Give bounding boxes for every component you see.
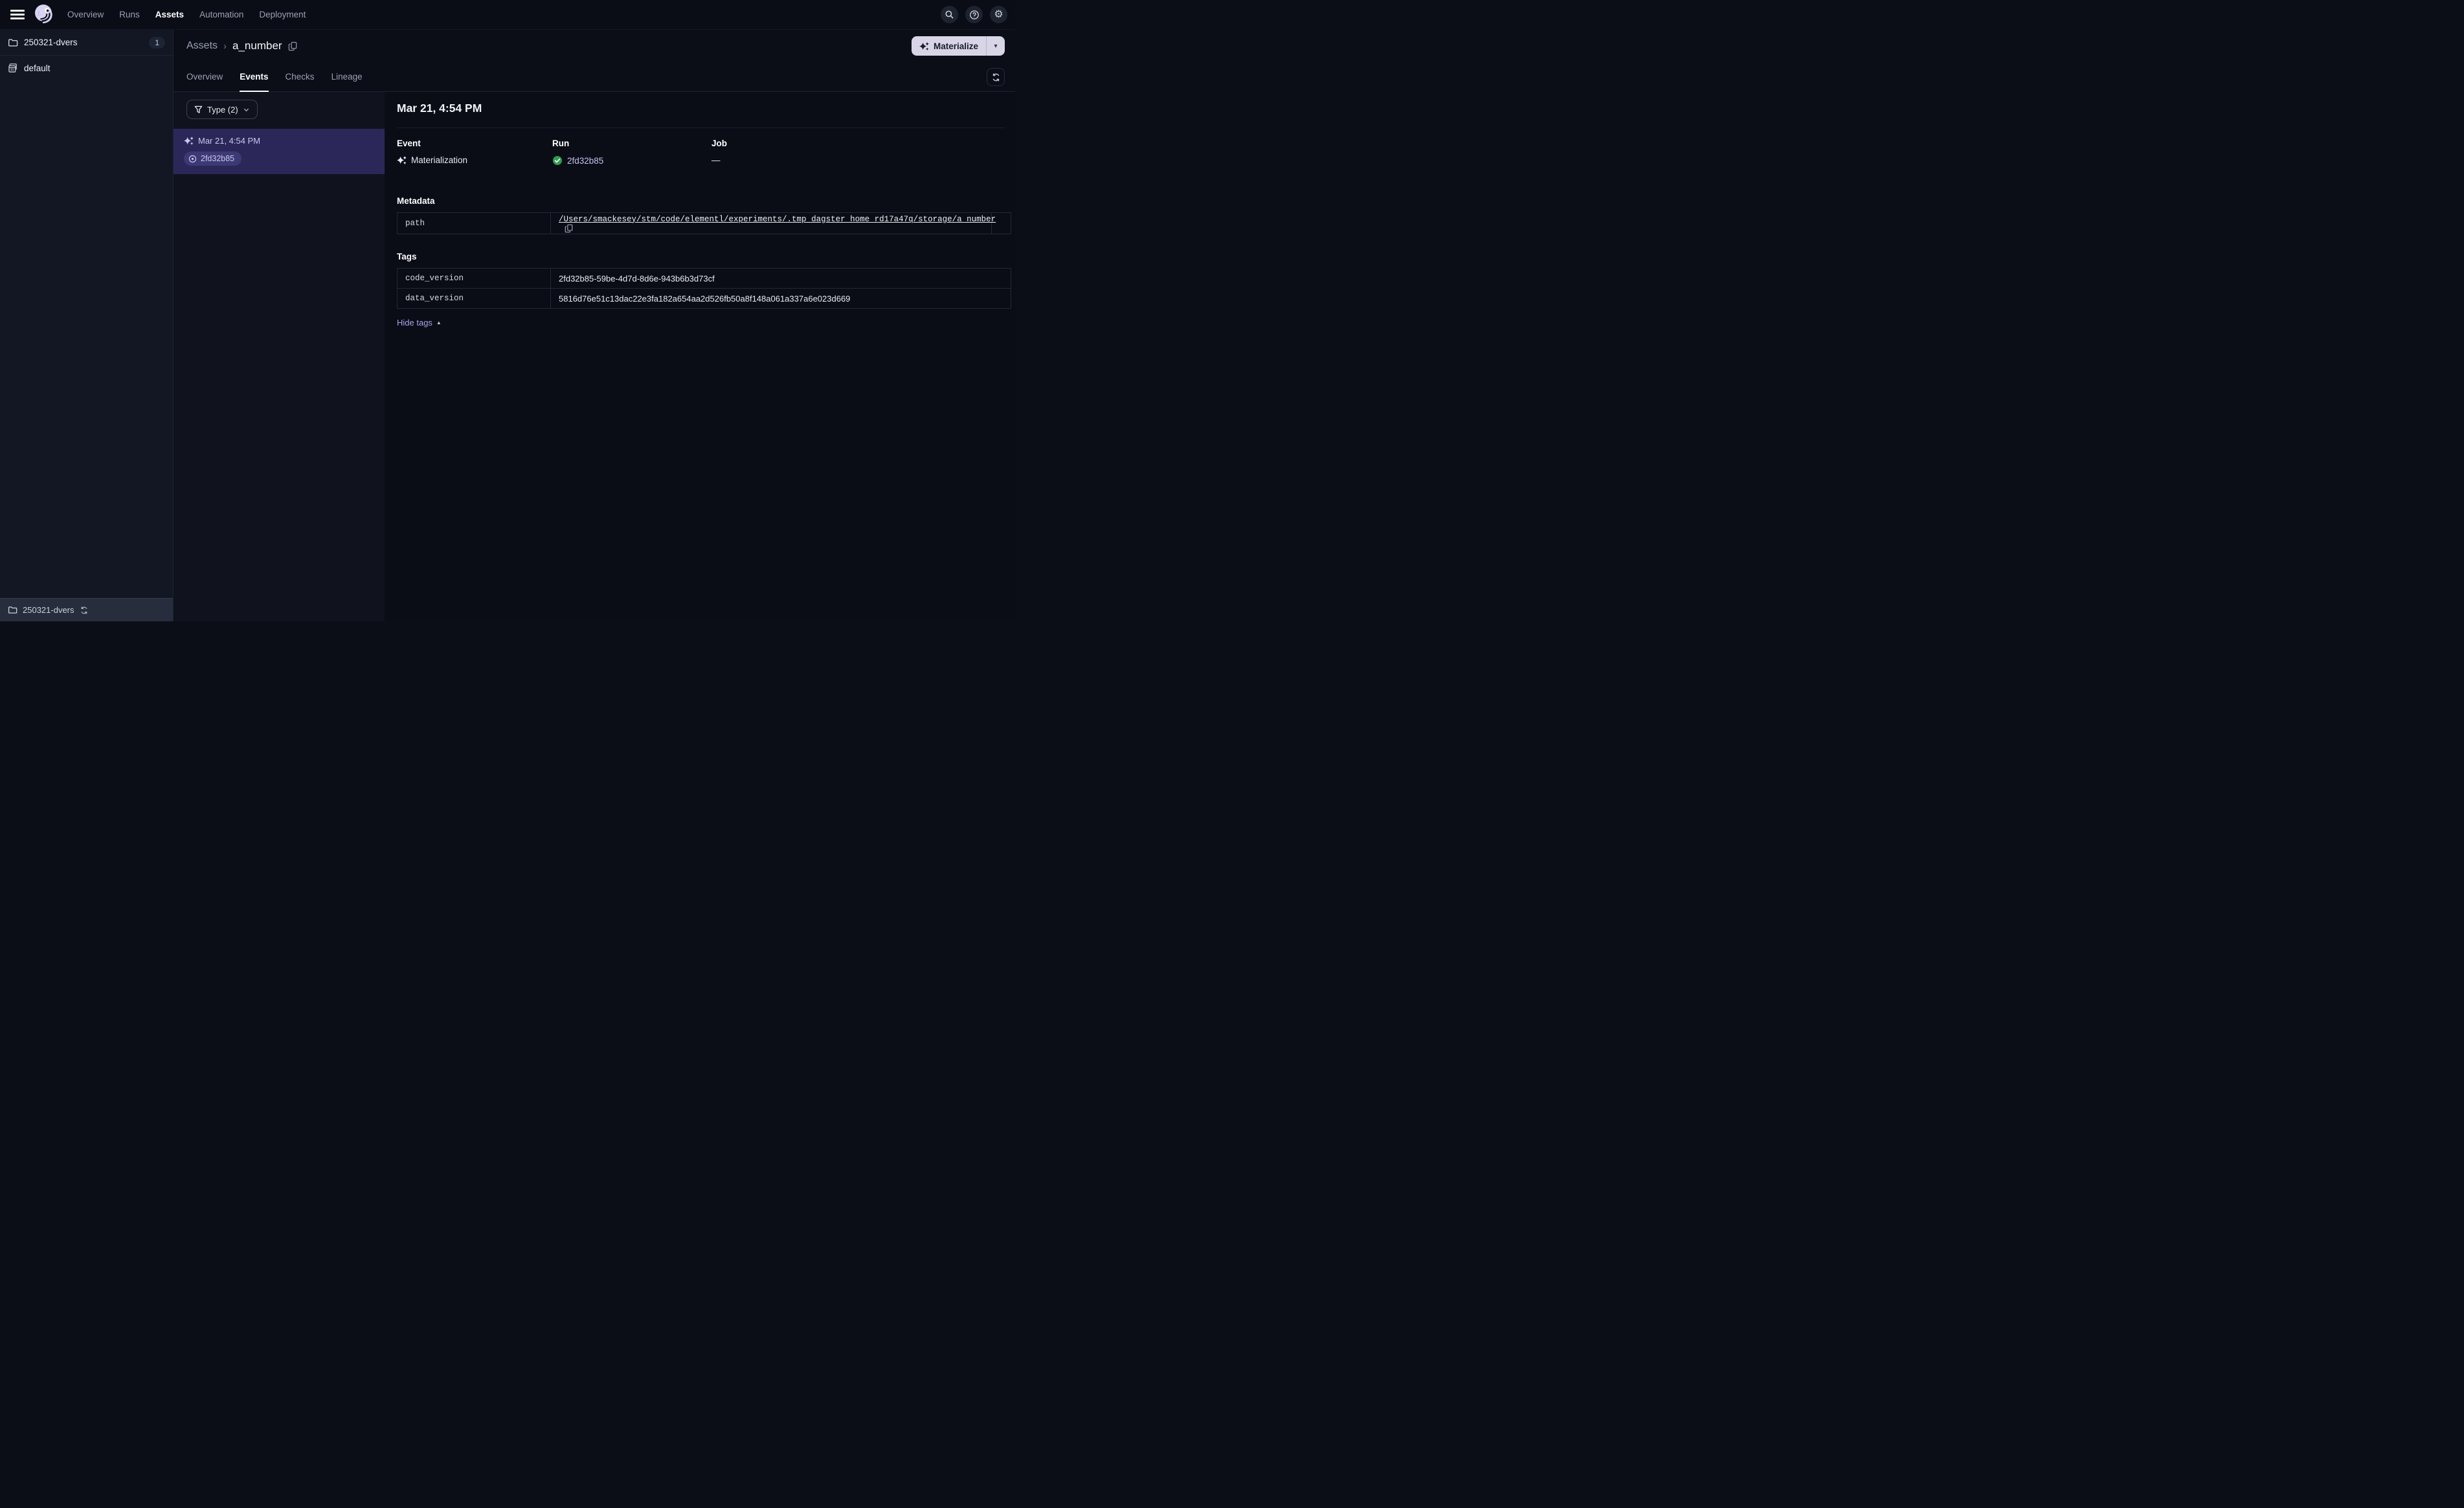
event-type-value: Materialization [411,155,468,165]
materialization-sparkle-icon [184,136,194,146]
search-icon [945,10,954,19]
run-column-label: Run [552,139,570,148]
nav-item-deployment[interactable]: Deployment [259,10,306,19]
event-detail-panel: Mar 21, 4:54 PM Event Materialization Ru… [385,92,1015,621]
table-row: path /Users/smackesey/stm/code/elementl/… [397,212,1011,234]
asset-tabs: Overview Events Checks Lineage [174,62,1015,92]
breadcrumb-assets-link[interactable]: Assets [186,40,218,52]
dagster-logo-icon[interactable] [32,2,56,28]
page-title: a_number [232,39,282,52]
event-list-panel: Type (2) Mar 21, 4:54 PM 2fd32b85 [174,92,385,621]
event-column-label: Event [397,139,421,148]
copy-path-icon[interactable] [565,224,574,233]
page-header: Assets › a_number Materialize ▾ [174,30,1015,62]
filter-funnel-icon [194,105,203,114]
tab-events[interactable]: Events [240,62,269,92]
caret-down-icon: ▾ [994,42,998,50]
sidebar-footer: 250321-dvers [0,598,173,621]
type-filter-button[interactable]: Type (2) [186,100,258,119]
materialize-button[interactable]: Materialize [912,41,986,51]
copy-asset-name-icon[interactable] [288,41,298,51]
run-target-icon [188,155,197,163]
materialization-sparkle-icon [397,155,407,165]
event-summary-grid: Event Materialization Run 2fd32b85 Job — [397,139,1005,166]
tab-lineage[interactable]: Lineage [331,62,363,91]
help-button[interactable] [965,6,983,23]
sparkle-icon [919,41,929,51]
nav-item-automation[interactable]: Automation [199,10,243,19]
job-value: — [711,155,721,165]
tab-checks[interactable]: Checks [286,62,315,91]
event-list-item[interactable]: Mar 21, 4:54 PM 2fd32b85 [174,129,385,174]
folder-icon [8,38,18,48]
sidebar-group-row[interactable]: 250321-dvers 1 [0,30,173,55]
event-timestamp: Mar 21, 4:54 PM [198,136,261,146]
refresh-icon [991,72,1001,82]
sidebar-item-label: default [24,63,50,73]
app-window: Overview Runs Assets Automation Deployme… [0,0,1015,621]
nav-item-overview[interactable]: Overview [67,10,104,19]
tag-key: code_version [397,268,551,289]
primary-nav: Overview Runs Assets Automation Deployme… [67,10,306,19]
nav-item-assets[interactable]: Assets [155,10,184,19]
run-id-chip[interactable]: 2fd32b85 [184,151,242,166]
materialize-button-label: Materialize [933,41,978,51]
hide-tags-label: Hide tags [397,318,432,327]
collapse-arrow-icon: ▲ [436,320,442,326]
refresh-button[interactable] [987,68,1005,86]
folder-icon [8,605,17,615]
nav-item-runs[interactable]: Runs [119,10,140,19]
tags-table: code_version 2fd32b85-59be-4d7d-8d6e-943… [397,268,1011,309]
settings-button[interactable]: ⚙ [990,6,1007,23]
run-success-icon [552,155,563,166]
hamburger-menu-icon[interactable] [10,10,25,19]
tab-overview[interactable]: Overview [186,62,223,91]
metadata-key: path [397,212,551,234]
table-row: code_version 2fd32b85-59be-4d7d-8d6e-943… [397,268,1011,289]
asset-catalog-sidebar: 250321-dvers 1 default 250321-dvers [0,30,174,621]
metadata-path-link[interactable]: /Users/smackesey/stm/code/elementl/exper… [559,215,996,224]
sidebar-item-default[interactable]: default [0,56,173,80]
sidebar-group-label: 250321-dvers [24,38,78,47]
table-row: data_version 5816d76e51c13dac22e3fa182a6… [397,288,1011,309]
chevron-down-icon [243,106,250,113]
asset-group-icon [8,63,18,73]
breadcrumb-chevron-icon: › [223,40,227,52]
gear-icon: ⚙ [994,8,1003,20]
metadata-value-cell: /Users/smackesey/stm/code/elementl/exper… [550,212,996,234]
top-nav-actions: ⚙ [941,6,1007,23]
run-id-label: 2fd32b85 [201,154,235,163]
help-icon [969,10,980,20]
job-column-label: Job [711,139,728,148]
tag-value: 2fd32b85-59be-4d7d-8d6e-943b6b3d73cf [550,268,1011,289]
footer-code-location-label: 250321-dvers [23,605,74,615]
tag-key: data_version [397,288,551,309]
top-nav: Overview Runs Assets Automation Deployme… [0,0,1015,30]
event-detail-title: Mar 21, 4:54 PM [397,102,482,115]
sidebar-group-count-badge: 1 [149,36,165,49]
type-filter-label: Type (2) [207,104,238,115]
materialize-dropdown-button[interactable]: ▾ [987,43,1005,50]
search-button[interactable] [941,6,958,23]
run-id-link[interactable]: 2fd32b85 [567,156,603,166]
materialize-split-button: Materialize ▾ [911,36,1005,56]
metadata-heading: Metadata [397,196,435,206]
tags-heading: Tags [397,252,417,261]
metadata-table: path /Users/smackesey/stm/code/elementl/… [397,212,1011,234]
reload-code-location-icon[interactable] [80,606,89,615]
tag-value: 5816d76e51c13dac22e3fa182a654aa2d526fb50… [550,288,1011,309]
hide-tags-link[interactable]: Hide tags ▲ [397,318,1005,327]
